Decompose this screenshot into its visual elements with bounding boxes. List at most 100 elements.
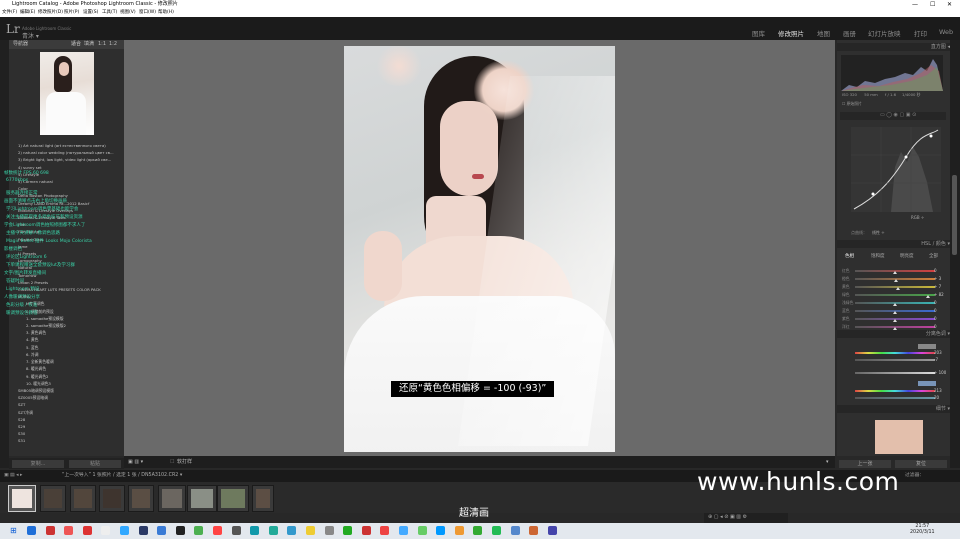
preset-item[interactable]: 1) Art natural light (art естественного … [10,142,122,149]
preset-item[interactable]: 4. 黄色 [10,336,122,343]
hsl-slider-knob[interactable] [893,319,897,322]
zoom-fit[interactable]: 适合 [71,40,81,49]
split-value[interactable]: 203 [934,350,942,355]
histogram-header[interactable]: 直方图 ◂ [837,43,950,51]
taskbar-app-icon[interactable] [231,526,241,535]
hsl-slider-knob[interactable] [893,271,897,274]
preset-item[interactable]: 3) Bright light, low light, video light … [10,156,122,163]
filmstrip-thumb[interactable] [158,485,186,512]
taskbar-app-icon[interactable] [157,526,167,535]
tab-hue[interactable]: 色相 [845,253,854,259]
module-slideshow[interactable]: 幻灯片放映 [868,28,901,38]
taskbar-app-icon[interactable] [175,526,185,535]
tool-strip[interactable]: ▭ ◯ ◉ ▢ ▣ ⊙ [840,112,946,120]
split-toning-header[interactable]: 分离色调 ▾ [837,330,950,338]
taskbar-app-icon[interactable] [101,526,111,535]
taskbar-app-icon[interactable] [529,526,539,535]
start-icon[interactable]: ⊞ [10,526,19,535]
zoom-fill[interactable]: 填满 [84,40,94,49]
taskbar-app-icon[interactable] [380,526,390,535]
preset-item[interactable]: SZT冷调 [10,409,122,416]
preset-item[interactable]: 6. 冷调 [10,351,122,358]
hsl-value[interactable]: 0 [934,308,937,313]
filmstrip-source[interactable]: “上一次导入” 1 张照片 / 选定 1 张 / DN5A3102.CR2 ▾ [62,470,182,482]
module-develop[interactable]: 修改照片 [778,28,804,38]
navigator-preview[interactable] [40,52,94,135]
split-value[interactable]: 20 [934,395,939,400]
menu-view[interactable]: 视图(V) [120,9,136,17]
filmstrip-thumb[interactable] [40,485,66,512]
filmstrip-thumb[interactable] [8,485,36,512]
menu-help[interactable]: 帮助(H) [158,9,174,17]
hsl-slider[interactable] [855,294,935,296]
taskbar-app-icon[interactable] [510,526,520,535]
hsl-slider-knob[interactable] [895,287,900,290]
paste-button[interactable]: 粘贴 [69,460,121,468]
taskbar-app-icon[interactable] [213,526,222,535]
menu-photo[interactable]: 照片(P) [64,9,79,17]
preset-item[interactable]: S31 [10,437,122,444]
taskbar-app-icon[interactable] [306,526,315,535]
minimize-button[interactable]: — [912,0,918,9]
taskbar-app-icon[interactable] [361,526,371,535]
point-curve-select[interactable]: 线性 ÷ [872,230,885,236]
menu-window[interactable]: 窗口(W) [139,9,156,17]
view-mode-buttons[interactable]: ▣ ▥ ▾ [128,456,143,468]
split-slider[interactable] [855,390,935,392]
taskbar-clock[interactable]: 21:57 2020/3/11 [910,524,935,536]
hsl-slider-knob[interactable] [925,295,930,298]
split-slider[interactable] [855,372,935,374]
shadow-color-swatch[interactable] [918,381,936,386]
taskbar-app-icon[interactable] [473,526,483,535]
preset-item[interactable]: 10. 暖光调色3 [10,380,122,387]
maximize-button[interactable]: ☐ [930,0,935,9]
filmstrip-thumb[interactable] [99,485,125,512]
preset-item[interactable]: S30 [10,430,122,437]
detail-header[interactable]: 细节 ▾ [837,405,950,413]
hsl-value[interactable]: 0 [934,324,937,329]
tab-luminance[interactable]: 明亮度 [900,253,914,259]
tone-curve[interactable] [851,127,941,212]
taskbar-app-icon[interactable] [454,526,464,535]
tab-saturation[interactable]: 饱和度 [871,253,885,259]
tool-icons[interactable]: ▭ ◯ ◉ ▢ ▣ ⊙ [880,112,916,118]
preset-item[interactable]: S29 [10,423,122,430]
menu-file[interactable]: 文件(F) [2,9,17,17]
preset-item[interactable]: 8. 暖光调色 [10,365,122,372]
hsl-value[interactable]: 0 [934,268,937,273]
curve-channel-select[interactable]: RGB ÷ [911,215,924,220]
taskbar-app-icon[interactable] [417,526,427,535]
filmstrip-thumb[interactable] [128,485,154,512]
taskbar-app-icon[interactable] [492,526,501,535]
catalog-identity[interactable]: Adobe Lightroom Classic 青沐 ▾ [22,26,71,40]
close-button[interactable]: ✕ [947,0,952,9]
preset-item[interactable]: SZT [10,401,122,408]
menu-edit[interactable]: 编辑(E) [20,9,35,17]
preset-item[interactable]: 5. 蓝色 [10,344,122,351]
filmstrip-nav-icons[interactable]: ▣ ▤ ◂ ▸ [4,470,22,482]
menu-develop[interactable]: 修改照片(D) [38,9,63,17]
preset-item[interactable]: SZ0005预设暗调 [10,394,122,401]
split-value[interactable]: 213 [934,388,942,393]
preset-item[interactable]: 3. 黄色调色 [10,329,122,336]
taskbar-app-icon[interactable] [82,526,92,535]
hsl-slider-knob[interactable] [893,311,897,314]
preset-item[interactable]: SMB05暗调预设模版 [10,387,122,394]
hsl-value[interactable]: 0 [934,300,937,305]
copy-button[interactable]: 复制... [12,460,64,468]
floating-toolbar[interactable]: ⊕ ▢ ◂ ⊘ ▣ ▥ ⚙ [704,513,788,523]
taskbar-app-icon[interactable] [268,526,278,535]
filmstrip-thumb[interactable] [187,485,217,512]
filmstrip-thumb[interactable] [70,485,96,512]
preset-item[interactable]: 2) natural color wedding (натуральный цв… [10,149,122,156]
taskbar-app-icon[interactable] [324,526,334,535]
split-value[interactable]: + 100 [934,370,946,375]
split-slider[interactable] [855,352,935,354]
hsl-value[interactable]: + 82 [934,292,944,297]
menu-tools[interactable]: 工具(T) [102,9,117,17]
taskbar-app-icon[interactable] [287,526,297,535]
preset-item[interactable]: S28 [10,416,122,423]
module-map[interactable]: 地图 [817,28,830,38]
hsl-header[interactable]: HSL / 颜色 ▾ [837,240,950,248]
filmstrip-thumb[interactable] [217,485,249,512]
